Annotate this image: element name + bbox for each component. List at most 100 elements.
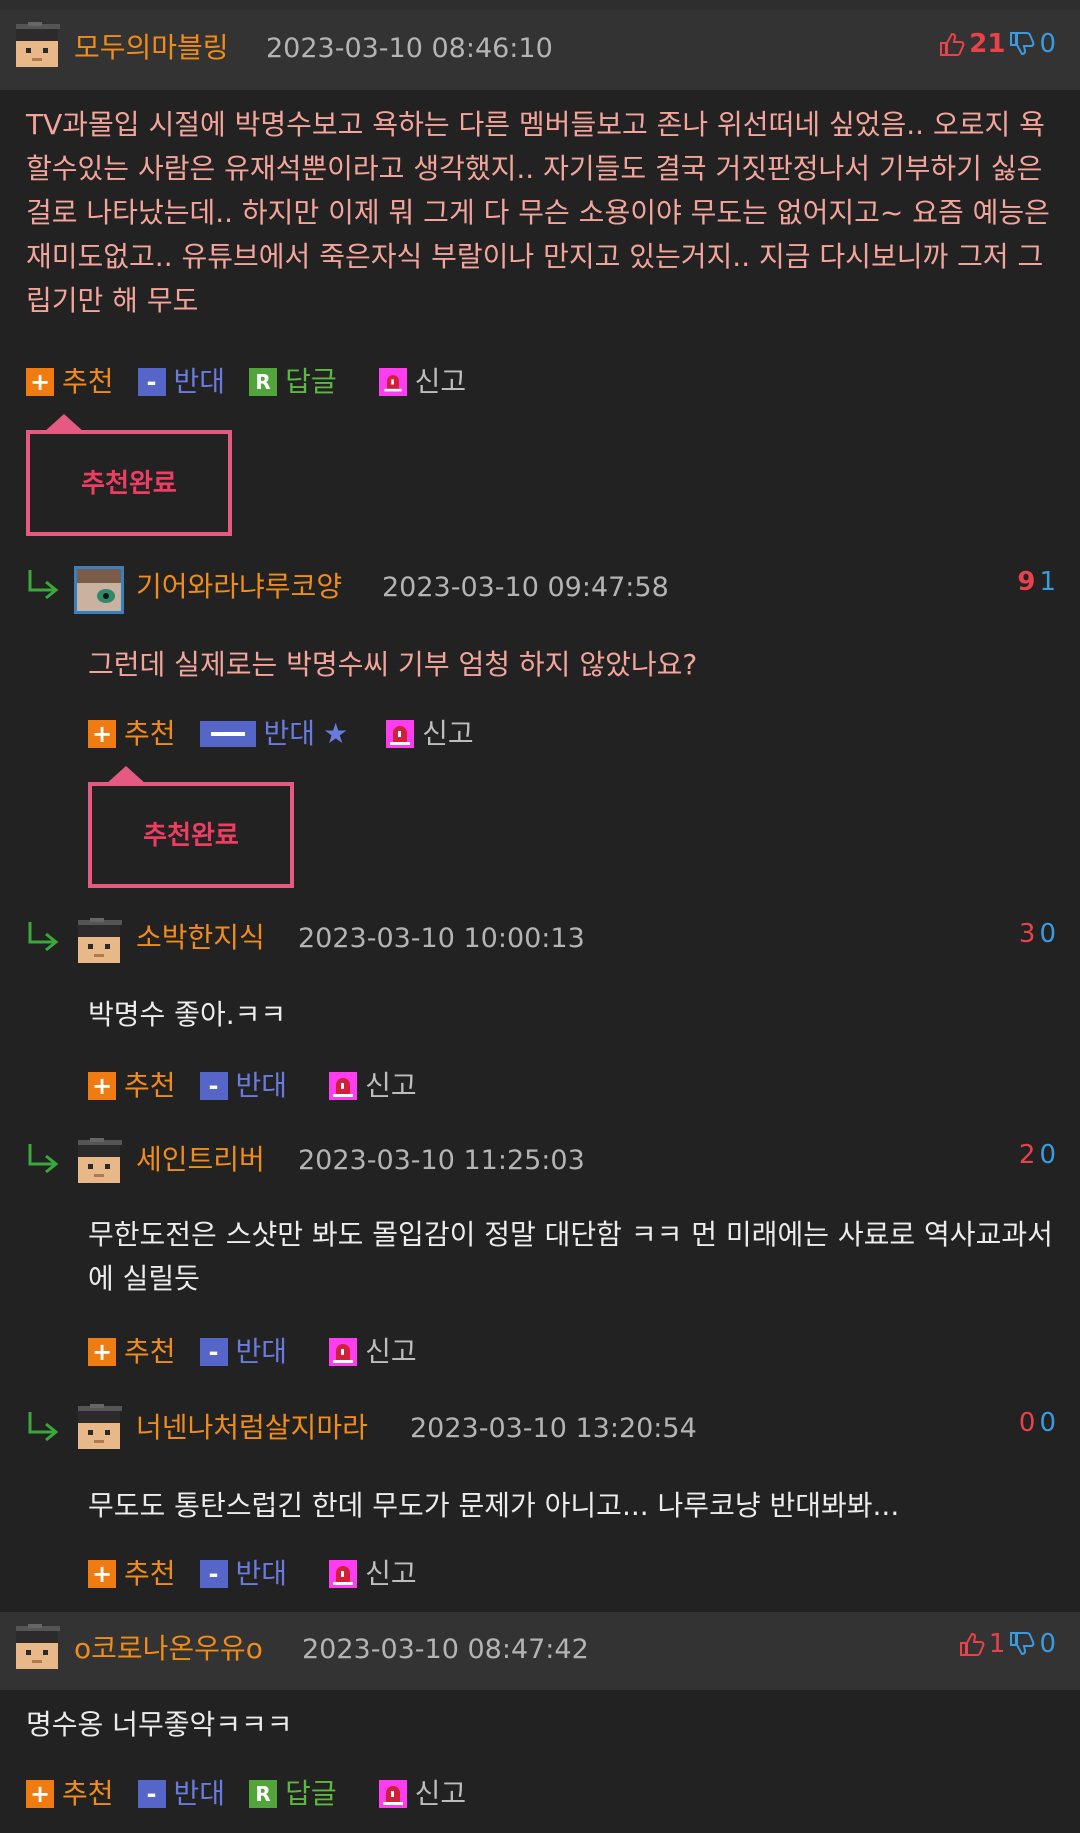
oppose-button[interactable]: - 반대 [199,1558,287,1590]
recommend-button[interactable]: + 추천 [88,1070,176,1102]
thumbs-down-icon[interactable] [1009,31,1035,57]
comment-author[interactable]: 너넨나처럼살지마라 [136,1412,368,1444]
plus-icon: + [88,1560,116,1588]
dislike-count: 0 [1039,1408,1056,1438]
comment-actions: + 추천 - 반대 신고 [88,1070,441,1102]
vote-counts: 9 1 [1017,566,1056,598]
plus-icon: + [88,1338,116,1366]
like-count: 2 [1018,1140,1036,1170]
like-count: 1 [988,1629,1006,1659]
comment-actions: + 추천 - 반대 R 답글 신고 [26,366,490,398]
comment-actions: + 추천 - 반대 신고 [88,1336,441,1368]
report-button[interactable]: 신고 [329,1558,417,1590]
minus-icon: - [199,1072,228,1100]
report-siren-icon [378,368,407,396]
dislike-count: 0 [1039,919,1056,949]
comment-author[interactable]: 소박한지식 [136,922,265,954]
oppose-button[interactable]: - 반대 [199,1336,287,1368]
comment-text: 박명수 좋아.ㅋㅋ [88,998,287,1031]
reply-button[interactable]: R 답글 [249,1778,337,1810]
recommend-button[interactable]: + 추천 [26,1778,114,1810]
recommend-button[interactable]: + 추천 [88,1336,176,1368]
dislike-count: 0 [1039,29,1056,59]
reply-icon: R [249,368,278,396]
oppose-button[interactable]: 반대 ★ [199,717,349,750]
comment-date: 2023-03-10 10:00:13 [298,923,585,954]
reply-arrow-icon [28,922,59,952]
minus-icon: - [199,1338,228,1366]
comment-text: 그런데 실제로는 박명수씨 기부 엄청 하지 않았나요? [88,648,698,681]
report-siren-icon [386,720,415,748]
thumbs-up-icon[interactable] [939,31,965,57]
recommend-button[interactable]: + 추천 [88,1558,176,1590]
report-siren-icon [329,1560,358,1588]
dislike-count: 0 [1039,1140,1056,1170]
avatar-icon[interactable] [74,1138,124,1186]
comment-date: 2023-03-10 08:46:10 [266,33,553,64]
oppose-button[interactable]: - 반대 [199,1070,287,1102]
dislike-count: 1 [1039,567,1056,597]
plus-icon: + [26,1780,54,1808]
plus-icon: + [88,720,116,748]
minus-icon: - [137,1780,166,1808]
report-siren-icon [329,1338,358,1366]
minus-icon: - [137,368,166,396]
comment-date: 2023-03-10 09:47:58 [382,572,669,603]
recommend-complete-badge: 추천완료 [88,766,294,888]
comment-date: 2023-03-10 13:20:54 [410,1413,697,1444]
comment-text: TV과몰입 시절에 박명수보고 욕하는 다른 멤버들보고 존나 위선떠네 싶었음… [26,108,1050,317]
recommend-button[interactable]: + 추천 [26,366,114,398]
minus-icon: - [199,1560,228,1588]
vote-counts: 1 0 [959,1628,1056,1660]
avatar-icon[interactable] [74,566,124,614]
thumbs-up-icon[interactable] [959,1631,985,1657]
reply-arrow-icon [28,570,59,600]
report-siren-icon [378,1780,407,1808]
vote-counts: 0 0 [1019,1407,1056,1439]
vote-counts: 21 0 [939,28,1056,60]
star-icon: ★ [323,717,349,750]
reply-arrow-icon [28,1144,59,1174]
report-button[interactable]: 신고 [329,1336,417,1368]
comment-author[interactable]: 세인트리버 [136,1144,265,1176]
oppose-button[interactable]: - 반대 [137,366,225,398]
thumbs-down-icon[interactable] [1009,1631,1035,1657]
comment-date: 2023-03-10 11:25:03 [298,1145,585,1176]
comment-actions: + 추천 반대 ★ 신고 [88,718,498,750]
plus-icon: + [26,368,54,396]
comment-date: 2023-03-10 08:47:42 [302,1634,589,1665]
comment-text: 무한도전은 스샷만 봐도 몰입감이 정말 대단함 ㅋㅋ 먼 미래에는 사료로 역… [88,1218,1053,1295]
recommend-button[interactable]: + 추천 [88,718,176,750]
like-count: 21 [969,29,1006,59]
comment-text: 명수옹 너무좋악ㅋㅋㅋ [26,1708,293,1741]
dislike-count: 0 [1039,1629,1056,1659]
comment-author[interactable]: 모두의마블링 [74,32,229,64]
oppose-button[interactable]: - 반대 [137,1778,225,1810]
comment-actions: + 추천 - 반대 R 답글 신고 [26,1778,490,1810]
recommend-complete-badge: 추천완료 [26,414,232,536]
vote-counts: 3 0 [1019,918,1056,950]
reply-arrow-icon [28,1412,59,1442]
comment-author[interactable]: o코로나온우유o [74,1633,263,1665]
like-count: 9 [1017,567,1036,597]
report-button[interactable]: 신고 [386,718,474,750]
top-strip [0,0,1080,10]
like-count: 0 [1018,1408,1036,1438]
report-button[interactable]: 신고 [378,1778,466,1810]
reply-button[interactable]: R 답글 [249,366,337,398]
avatar-icon[interactable] [74,1404,124,1452]
minus-icon [199,721,256,747]
avatar-icon[interactable] [12,22,62,70]
vote-counts: 2 0 [1019,1139,1056,1171]
reply-icon: R [249,1780,278,1808]
avatar-icon[interactable] [74,918,124,966]
report-siren-icon [329,1072,358,1100]
avatar-icon[interactable] [12,1624,62,1672]
report-button[interactable]: 신고 [329,1070,417,1102]
comment-author[interactable]: 기어와라냐루코양 [136,571,342,603]
comment-text: 무도도 통탄스럽긴 한데 무도가 문제가 아니고... 나루코냥 반대봐봐... [88,1489,900,1522]
plus-icon: + [88,1072,116,1100]
report-button[interactable]: 신고 [378,366,466,398]
like-count: 3 [1018,919,1036,949]
comment-actions: + 추천 - 반대 신고 [88,1558,441,1590]
